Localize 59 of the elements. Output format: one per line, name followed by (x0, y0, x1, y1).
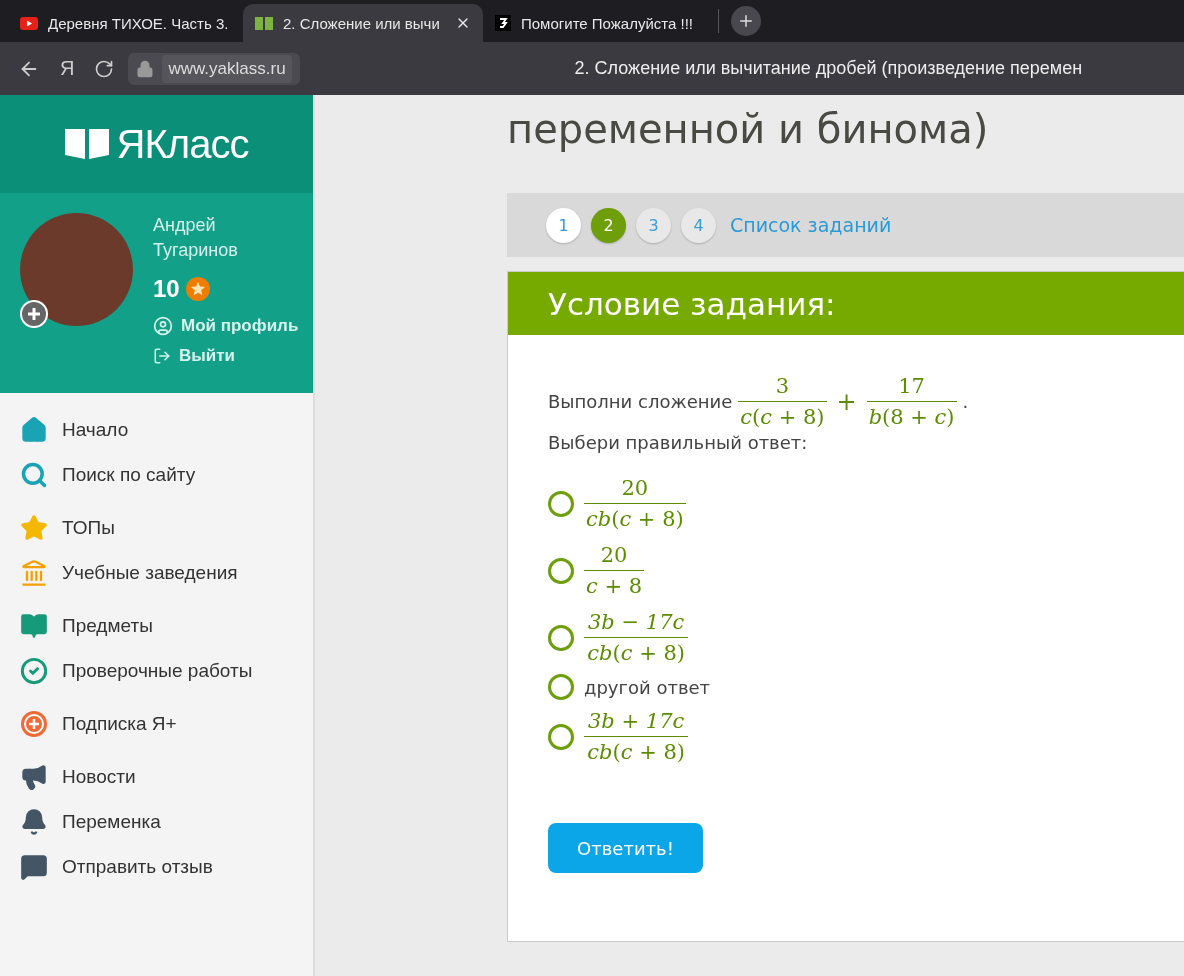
building-icon (20, 558, 48, 587)
book-icon (255, 16, 273, 30)
fraction: 3 c(c + 8) (738, 371, 827, 432)
search-icon (20, 460, 48, 489)
plus-icon (737, 12, 755, 30)
menu-item[interactable]: Отправить отзыв (20, 852, 313, 881)
menu-item[interactable]: Учебные заведения (20, 558, 313, 587)
task-header: Условие задания: (508, 272, 1184, 335)
message-icon (20, 852, 48, 881)
new-tab-button[interactable] (731, 6, 761, 36)
menu-item[interactable]: Предметы (20, 611, 313, 640)
megaphone-icon (20, 762, 48, 791)
menu-item[interactable]: ТОПы (20, 513, 313, 542)
fraction: 3b − 17c cb(c + 8) (584, 607, 689, 668)
bell-icon (20, 807, 48, 836)
fraction: 20 cb(c + 8) (584, 473, 686, 534)
menu-item[interactable]: Переменка (20, 807, 313, 836)
browser-tab[interactable]: Деревня ТИХОЕ. Часть 3. (8, 4, 243, 42)
reload-button[interactable] (94, 58, 115, 79)
period: . (962, 391, 969, 412)
page-heading: переменной и бинома) (507, 105, 990, 153)
menu-item[interactable]: Начало (20, 415, 313, 444)
star-badge-icon (185, 277, 210, 301)
radio-button[interactable] (548, 624, 574, 651)
task-prompt: Выполни сложение (548, 391, 733, 412)
fraction: 20 c + 8 (584, 540, 645, 601)
logout-icon (153, 347, 171, 365)
radio-button[interactable] (548, 490, 574, 517)
badge-icon (20, 709, 48, 738)
logo-banner[interactable]: ЯКласс (0, 95, 313, 193)
video-icon (20, 16, 38, 30)
page-title: 2. Сложение или вычитание дробей (произведение перемен (574, 58, 1083, 79)
radio-button[interactable] (548, 557, 574, 584)
check-circle-icon (20, 656, 48, 685)
menu-item[interactable]: Проверочные работы (20, 656, 313, 685)
menu-item[interactable]: Подписка Я+ (20, 709, 313, 738)
question-text: Выбери правильный ответ: (548, 432, 809, 453)
menu-item[interactable]: Новости (20, 762, 313, 791)
yandex-button[interactable]: Я (60, 57, 75, 80)
book-logo-icon (64, 127, 109, 161)
user-icon (153, 316, 173, 336)
lock-icon (136, 59, 155, 78)
radio-button[interactable] (548, 674, 574, 700)
radio-button[interactable] (548, 723, 574, 750)
book-icon (20, 611, 48, 640)
plus-sign: + (836, 387, 857, 416)
square-icon (495, 15, 511, 31)
user-name: Андрей Тугаринов (153, 214, 239, 262)
answer-text: другой ответ (584, 676, 711, 698)
browser-tab[interactable]: 2. Сложение или вычи (243, 4, 483, 42)
browser-tab[interactable]: Помогите Пожалуйста !!! (483, 4, 718, 42)
fraction: 17 b(8 + c) (866, 371, 957, 432)
fraction: 3b + 17c cb(c + 8) (584, 706, 689, 767)
points: 10 (153, 275, 180, 303)
address-field[interactable]: www.yaklass.ru (162, 54, 292, 83)
menu-item[interactable]: Поиск по сайту (20, 460, 313, 489)
home-icon (20, 415, 48, 444)
star-icon (20, 513, 48, 542)
subscription-badge-icon (20, 300, 48, 328)
